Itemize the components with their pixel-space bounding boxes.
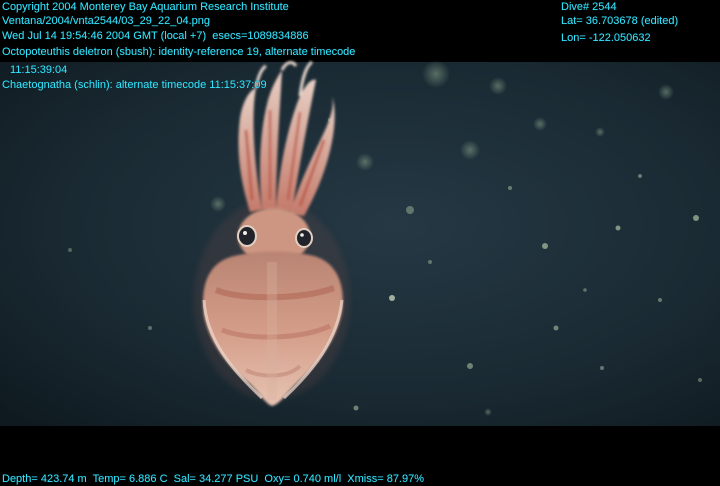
water-background (0, 62, 720, 426)
dive-number-text: Dive# 2544 (561, 1, 617, 13)
squid-eye-right (295, 228, 313, 248)
longitude-text: Lon= -122.050632 (561, 32, 651, 44)
squid-eye-left (237, 225, 257, 247)
sensor-readout-text: Depth= 423.74 m Temp= 6.886 C Sal= 34.27… (2, 473, 425, 485)
underwater-video-frame (0, 0, 720, 486)
file-path-text: Ventana/2004/vnta2544/03_29_22_04.png (2, 15, 210, 27)
latitude-text: Lat= 36.703678 (edited) (561, 15, 679, 27)
datetime-text: Wed Jul 14 19:54:46 2004 GMT (local +7) … (2, 30, 309, 42)
copyright-text: Copyright 2004 Monterey Bay Aquarium Res… (2, 1, 289, 13)
annotation-chaetognatha: Chaetognatha (schlin): alternate timecod… (2, 79, 267, 91)
annotation-octopoteuthis: Octopoteuthis deletron (sbush): identity… (2, 46, 356, 58)
annotation-octopoteuthis-timecode: 11:15:39:04 (10, 64, 68, 76)
